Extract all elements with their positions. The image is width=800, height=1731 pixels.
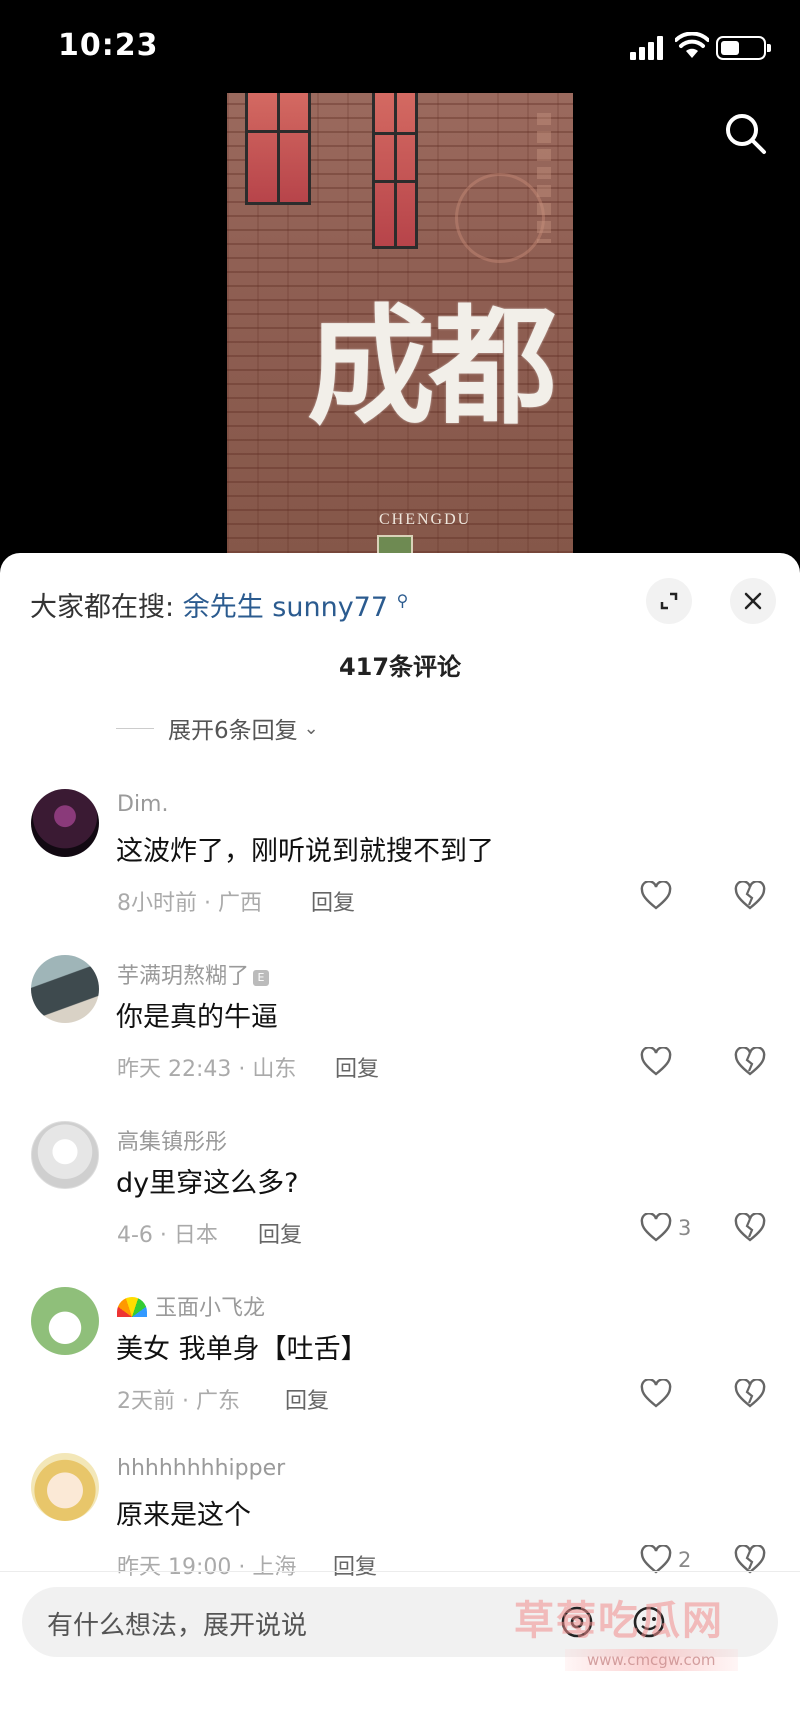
wifi-icon xyxy=(675,32,709,58)
dislike-icon[interactable] xyxy=(734,881,766,911)
comment-username[interactable]: hhhhhhhhipper xyxy=(117,1456,285,1481)
status-time: 10:23 xyxy=(58,28,159,63)
expand-replies-label: 展开6条回复 xyxy=(168,718,298,744)
reply-button[interactable]: 回复 xyxy=(311,885,355,917)
comment-text: dy里穿这么多? xyxy=(116,1168,299,1199)
trending-query[interactable]: 余先生 sunny77 xyxy=(183,592,388,623)
avatar[interactable] xyxy=(31,789,99,857)
watermark-text: 草莓吃瓜网 xyxy=(514,1598,724,1644)
like-count: 3 xyxy=(678,1216,692,1240)
avatar[interactable] xyxy=(31,955,99,1023)
comment-item: Dim. 这波炸了，刚听说到就搜不到了 8小时前 · 广西 回复 xyxy=(0,789,800,949)
comment-input-placeholder: 有什么想法，展开说说 xyxy=(47,1611,308,1641)
reply-button[interactable]: 回复 xyxy=(285,1383,329,1415)
like-count: 2 xyxy=(678,1548,692,1572)
small-search-icon: ⚲ xyxy=(396,591,409,610)
comment-item: 玉面小飞龙 美女 我单身【吐舌】 2天前 · 广东 回复 xyxy=(0,1287,800,1447)
close-icon xyxy=(744,592,762,610)
avatar[interactable] xyxy=(31,1287,99,1355)
dislike-icon[interactable] xyxy=(734,1213,766,1243)
rainbow-icon xyxy=(117,1297,147,1317)
expand-icon xyxy=(660,592,678,610)
comment-username[interactable]: 芋满玥熬糊了 E xyxy=(117,958,270,990)
wall-title: 成都 xyxy=(307,292,557,442)
signal-icon xyxy=(630,36,666,60)
comment-username[interactable]: Dim. xyxy=(117,792,168,817)
comment-count: 417条评论 xyxy=(338,653,462,681)
dislike-icon[interactable] xyxy=(734,1379,766,1409)
comment-text: 美女 我单身【吐舌】 xyxy=(116,1334,368,1365)
heart-icon xyxy=(640,1379,672,1408)
faded-wall-text xyxy=(537,113,551,243)
search-icon[interactable] xyxy=(722,110,768,156)
wall-sign xyxy=(377,535,413,553)
like-button[interactable] xyxy=(640,1047,678,1077)
expand-button[interactable] xyxy=(646,578,692,624)
heart-icon xyxy=(640,881,672,910)
comment-username-text: 芋满玥熬糊了 xyxy=(117,964,250,989)
comment-text: 你是真的牛逼 xyxy=(116,1002,278,1033)
avatar[interactable] xyxy=(31,1453,99,1521)
watermark-url: www.cmcgw.com xyxy=(565,1649,738,1671)
like-button[interactable] xyxy=(640,1379,678,1409)
badge-icon: E xyxy=(253,970,270,986)
input-divider xyxy=(0,1571,800,1572)
heart-icon xyxy=(640,1213,672,1242)
comment-text: 这波炸了，刚听说到就搜不到了 xyxy=(116,836,494,867)
window-left xyxy=(245,93,311,205)
trending-search[interactable]: 大家都在搜: 余先生 sunny77 ⚲ xyxy=(30,585,408,624)
expand-divider xyxy=(116,727,154,729)
comment-meta: 2天前 · 广东 xyxy=(117,1389,240,1414)
comment-sheet: 大家都在搜: 余先生 sunny77 ⚲ 417条评论 展开6条回复 ⌄ Dim… xyxy=(0,553,800,1731)
heart-icon xyxy=(640,1047,672,1076)
close-button[interactable] xyxy=(730,578,776,624)
battery-icon xyxy=(716,36,771,60)
comment-username[interactable]: 玉面小飞龙 xyxy=(117,1290,265,1322)
wall-subtitle: CHENGDU xyxy=(379,511,472,528)
expand-replies-button[interactable]: 展开6条回复 ⌄ xyxy=(116,711,319,745)
chevron-down-icon: ⌄ xyxy=(303,717,319,739)
trending-label: 大家都在搜: xyxy=(30,592,175,623)
comment-item: 高集镇彤彤 dy里穿这么多? 4-6 · 日本 回复 3 xyxy=(0,1121,800,1281)
comment-username[interactable]: 高集镇彤彤 xyxy=(117,1124,227,1156)
comment-meta: 8小时前 · 广西 xyxy=(117,891,262,916)
comment-meta: 昨天 22:43 · 山东 xyxy=(117,1057,297,1082)
reply-button[interactable]: 回复 xyxy=(333,1549,377,1581)
comment-item: 芋满玥熬糊了 E 你是真的牛逼 昨天 22:43 · 山东 回复 xyxy=(0,955,800,1115)
avatar[interactable] xyxy=(31,1121,99,1189)
reply-button[interactable]: 回复 xyxy=(335,1051,379,1083)
comment-meta: 4-6 · 日本 xyxy=(117,1223,218,1248)
video-player[interactable]: 成都 CHENGDU xyxy=(227,93,573,553)
window-right xyxy=(372,93,418,249)
like-button[interactable] xyxy=(640,881,678,911)
dislike-icon[interactable] xyxy=(734,1047,766,1077)
like-button[interactable]: 3 xyxy=(640,1213,691,1243)
comment-text: 原来是这个 xyxy=(116,1500,251,1531)
comment-username-text: 玉面小飞龙 xyxy=(155,1296,266,1321)
comment-meta: 昨天 19:00 · 上海 xyxy=(117,1555,297,1580)
reply-button[interactable]: 回复 xyxy=(258,1217,302,1249)
faded-emblem xyxy=(455,173,545,263)
status-bar: 10:23 xyxy=(0,0,800,92)
